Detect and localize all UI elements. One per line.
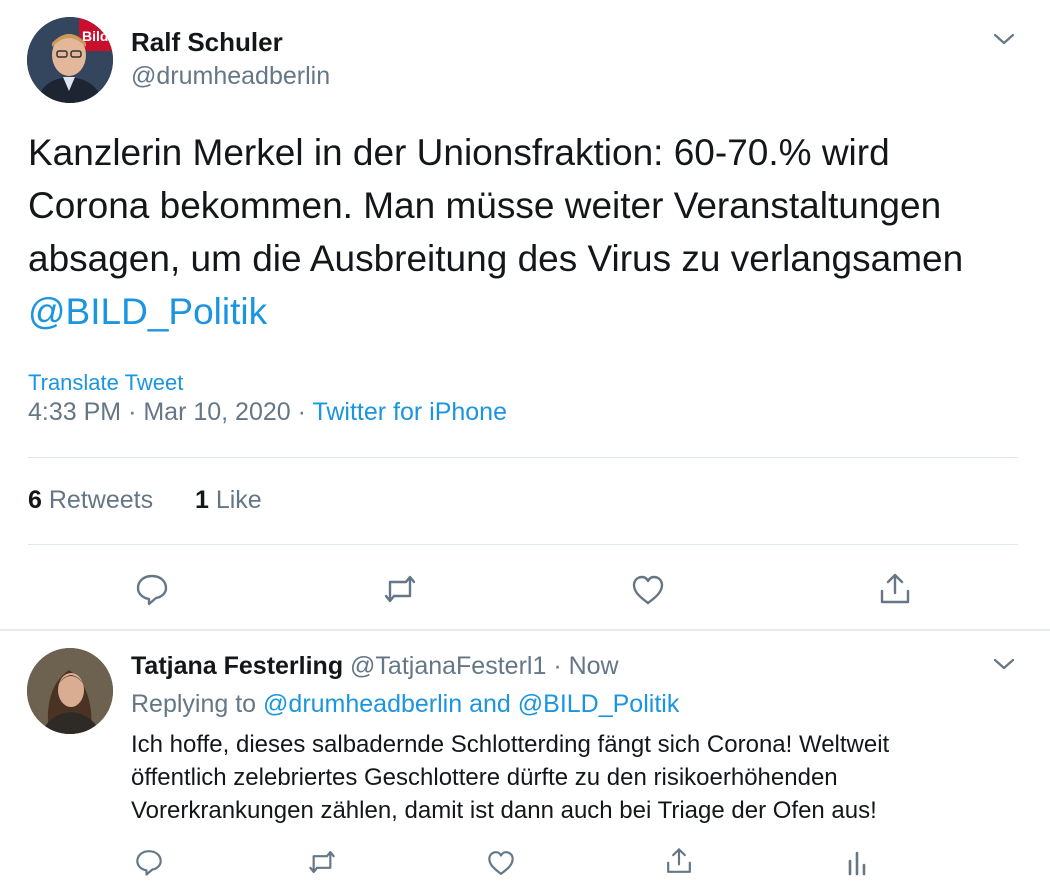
replying-mention[interactable]: @drumheadberlin [263, 690, 462, 718]
translate-tweet-link[interactable]: Translate Tweet [28, 370, 183, 396]
chevron-down-icon[interactable] [991, 26, 1017, 52]
retweets-stat[interactable]: 6 Retweets [28, 486, 153, 514]
tweet-meta: 4:33 PM · Mar 10, 2020 · Twitter for iPh… [28, 398, 507, 427]
author-name[interactable]: Ralf Schuler [131, 27, 283, 58]
chevron-down-icon[interactable] [991, 651, 1017, 677]
meta-separator: · [128, 398, 137, 426]
tweet-text: Kanzlerin Merkel in der Unionsfraktion: … [28, 126, 1018, 338]
retweet-icon[interactable] [307, 847, 337, 877]
author-handle[interactable]: @drumheadberlin [131, 62, 330, 91]
likes-count: 1 [194, 486, 209, 514]
like-icon[interactable] [630, 572, 666, 608]
tweet-date[interactable]: Mar 10, 2020 [143, 398, 290, 426]
reply-text-line: öffentlich zelebriertes Geschlottere dür… [131, 764, 838, 791]
tweet-stats: 6 Retweets 1 Like [28, 486, 262, 515]
tweet-time[interactable]: 4:33 PM [28, 398, 121, 426]
tweet-text-line: absagen, um die Ausbreitung des Virus zu… [28, 238, 964, 279]
analytics-icon[interactable] [842, 848, 872, 878]
reply-author-handle[interactable]: @TatjanaFesterl1 [350, 652, 546, 680]
meta-separator: · [553, 652, 562, 680]
tweet-separator [0, 629, 1050, 631]
replying-and: and [469, 690, 511, 718]
divider [28, 544, 1018, 545]
author-avatar[interactable]: Bild [27, 17, 113, 103]
reply-icon[interactable] [134, 571, 170, 607]
tweet-text-line: Corona bekommen. Man müsse weiter Verans… [28, 185, 942, 226]
retweet-icon[interactable] [382, 571, 418, 607]
replying-prefix: Replying to [131, 690, 257, 718]
reply-text-line: Vorerkrankungen zählen, damit ist dann a… [131, 797, 877, 824]
reply-time[interactable]: Now [569, 652, 619, 680]
reply-text: Ich hoffe, dieses salbadernde Schlotterd… [131, 728, 1031, 827]
reply-text-line: Ich hoffe, dieses salbadernde Schlotterd… [131, 731, 890, 758]
reply-author-avatar[interactable] [27, 648, 113, 734]
avatar-badge-text: Bild [82, 28, 108, 44]
reply-header: Tatjana Festerling @TatjanaFesterl1 · No… [131, 652, 619, 681]
reply-icon[interactable] [134, 847, 164, 877]
tweet-source-link[interactable]: Twitter for iPhone [312, 398, 507, 426]
divider [28, 457, 1018, 458]
mention-link[interactable]: @BILD_Politik [28, 291, 267, 332]
retweets-count: 6 [28, 486, 42, 514]
share-icon[interactable] [664, 846, 694, 876]
reply-author-name[interactable]: Tatjana Festerling [131, 652, 343, 680]
replying-to: Replying to @drumheadberlin and @BILD_Po… [131, 690, 679, 719]
replying-mention[interactable]: @BILD_Politik [518, 690, 680, 718]
meta-separator: · [297, 398, 306, 426]
share-icon[interactable] [877, 571, 913, 607]
tweet-text-line: Kanzlerin Merkel in der Unionsfraktion: … [28, 132, 890, 173]
likes-label: Like [215, 486, 262, 514]
retweets-label: Retweets [48, 486, 154, 514]
likes-stat[interactable]: 1 Like [195, 486, 262, 514]
like-icon[interactable] [486, 848, 516, 878]
